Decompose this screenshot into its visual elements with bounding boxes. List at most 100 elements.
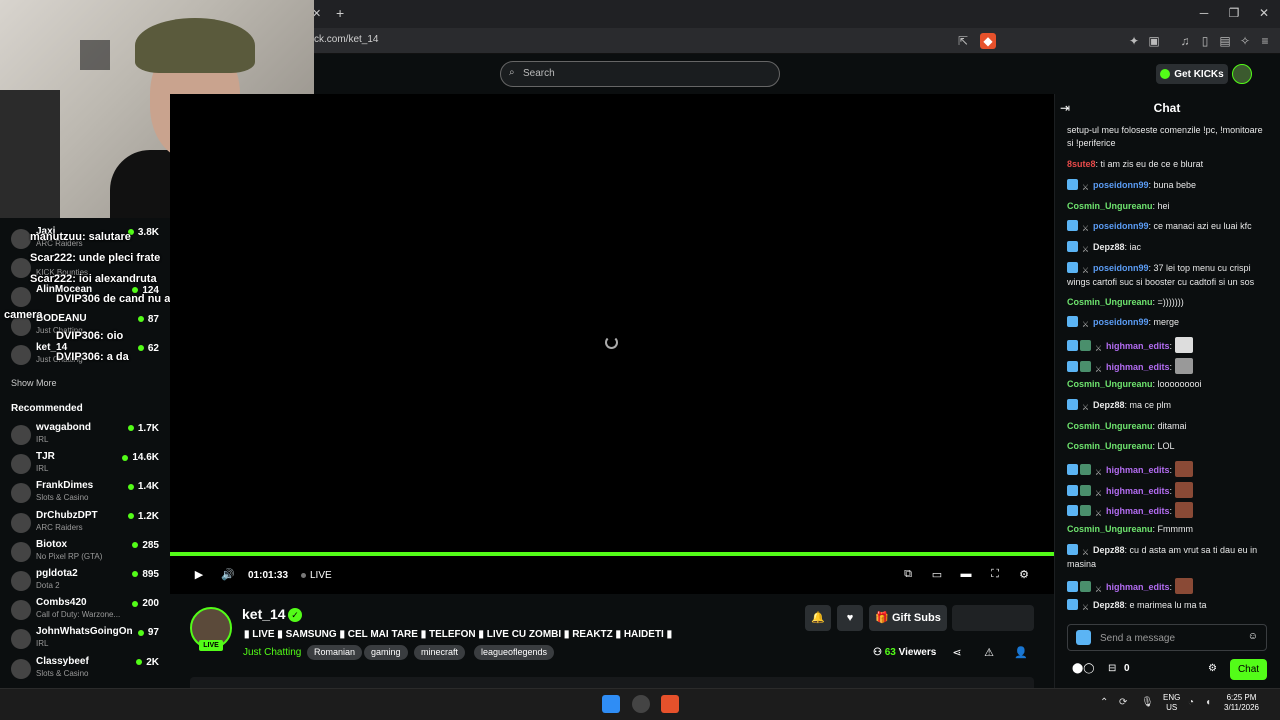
menu-icon[interactable]: ≡ <box>1257 33 1273 49</box>
chat-username[interactable]: Depz88 <box>1093 242 1125 252</box>
fullscreen-icon[interactable]: ⛶ <box>987 568 1003 581</box>
chat-settings-icon[interactable]: ⚙ <box>1208 663 1217 674</box>
leo-icon[interactable]: ✧ <box>1237 33 1253 49</box>
speaker-icon[interactable]: ◖ <box>1205 697 1211 708</box>
live-indicator: LIVE <box>301 570 332 581</box>
loading-spinner-icon <box>605 336 618 349</box>
show-more-button[interactable]: Show More <box>11 378 57 388</box>
channel-name[interactable]: ket_14 <box>242 606 286 622</box>
report-icon[interactable]: ⚠ <box>982 646 996 659</box>
chat-username[interactable]: poseidonn99 <box>1093 221 1149 231</box>
brave-browser-icon[interactable] <box>661 695 679 713</box>
new-tab-button[interactable]: + <box>336 5 344 21</box>
sidebar-channel-item[interactable]: Biotox No Pixel RP (GTA) 285 <box>0 539 170 568</box>
theater-icon[interactable]: ▬ <box>958 568 974 580</box>
minimize-button[interactable]: ─ <box>1194 6 1214 20</box>
viewer-count: 200 <box>132 598 159 609</box>
video-player[interactable] <box>170 94 1054 554</box>
chat-username[interactable]: Cosmin_Ungureanu <box>1067 379 1153 389</box>
chat-username[interactable]: poseidonn99 <box>1093 180 1149 190</box>
chat-send-button[interactable]: Chat <box>1230 659 1267 680</box>
app-icon[interactable] <box>632 695 650 713</box>
tray-chevron-icon[interactable]: ⌃ <box>1100 697 1108 708</box>
brave-shield-icon[interactable]: ◆ <box>980 33 996 49</box>
viewer-count: 14.6K <box>122 452 159 463</box>
stream-tag[interactable]: Romanian <box>307 645 363 660</box>
chat-username[interactable]: Cosmin_Ungureanu <box>1067 524 1153 534</box>
clip-icon[interactable]: ▭ <box>929 568 945 581</box>
chat-username[interactable]: Cosmin_Ungureanu <box>1067 297 1153 307</box>
category-link[interactable]: Just Chatting <box>243 647 301 658</box>
share-icon[interactable]: ⇱ <box>955 33 971 49</box>
chat-text: : ce manaci azi eu luai kfc <box>1148 221 1252 231</box>
sword-badge-icon: ⚔ <box>1094 489 1103 498</box>
chat-username[interactable]: highman_edits <box>1106 582 1170 592</box>
gift-subs-button[interactable]: 🎁 Gift Subs <box>869 605 947 631</box>
kicks-toggle-icon[interactable]: ⬤◯ <box>1072 663 1094 674</box>
sidebar-channel-item[interactable]: TJR IRL 14.6K <box>0 451 170 480</box>
chat-username[interactable]: Depz88 <box>1093 545 1125 555</box>
stream-tag[interactable]: leagueoflegends <box>474 645 555 660</box>
chat-username[interactable]: highman_edits <box>1106 362 1170 372</box>
chat-username[interactable]: highman_edits <box>1106 341 1170 351</box>
settings-gear-icon[interactable]: ⚙ <box>1016 568 1032 581</box>
user-avatar[interactable] <box>1232 64 1252 84</box>
sidebar-channel-item[interactable]: Combs420 Call of Duty: Warzone... 200 <box>0 597 170 626</box>
channel-avatar <box>11 541 31 562</box>
tray-app-icon[interactable]: ⟳ <box>1119 697 1127 708</box>
chat-username[interactable]: 8sute8 <box>1067 159 1096 169</box>
chat-message: ⚔ highman_edits: <box>1067 502 1271 519</box>
sub-badge-icon <box>1080 361 1091 372</box>
chat-username[interactable]: highman_edits <box>1106 506 1170 516</box>
clock[interactable]: 6:25 PM 3/11/2026 <box>1224 693 1259 713</box>
gift-icon[interactable]: ⊟ <box>1108 663 1116 674</box>
chat-username[interactable]: Cosmin_Ungureanu <box>1067 441 1153 451</box>
sidebar-icon[interactable]: ▯ <box>1197 33 1213 49</box>
sidebar-channel-item[interactable]: Classybeef Slots & Casino 2K <box>0 656 170 685</box>
sidebar-channel-item[interactable]: DrChubzDPT ARC Raiders 1.2K <box>0 510 170 539</box>
follow-heart-icon[interactable]: ♥ <box>837 605 863 631</box>
windows-start-icon[interactable] <box>602 695 620 713</box>
microphone-icon[interactable]: 🎙 <box>1141 697 1154 708</box>
play-icon[interactable]: ▶ <box>191 568 207 581</box>
language-indicator[interactable]: ENG US <box>1163 693 1180 713</box>
notification-bell-icon[interactable]: 🔔 <box>805 605 831 631</box>
sidebar-channel-item[interactable]: wvagabond IRL 1.7K <box>0 422 170 451</box>
stream-tag[interactable]: minecraft <box>414 645 466 660</box>
extensions-icon[interactable]: ✦ <box>1126 33 1142 49</box>
chat-message: 8sute8: ti am zis eu de ce e blurat <box>1067 158 1271 171</box>
wallet-2-icon[interactable]: ▤ <box>1217 33 1233 49</box>
chat-message: ⚔ highman_edits: <box>1067 482 1271 499</box>
sword-badge-icon: ⚔ <box>1094 585 1103 594</box>
pip-icon[interactable]: ⧉ <box>900 568 916 581</box>
channel-name: pgldota2 <box>36 568 78 579</box>
media-icon[interactable]: ♫ <box>1177 33 1193 49</box>
chat-username[interactable]: Cosmin_Ungureanu <box>1067 421 1153 431</box>
chat-username[interactable]: highman_edits <box>1106 465 1170 475</box>
chat-username[interactable]: Depz88 <box>1093 400 1125 410</box>
chat-input[interactable]: Send a message ☺ <box>1067 624 1267 651</box>
restore-button[interactable]: ❐ <box>1224 6 1244 20</box>
sidebar-channel-item[interactable]: pgldota2 Dota 2 895 <box>0 568 170 597</box>
wifi-icon[interactable]: ◔ <box>1188 697 1194 708</box>
emoji-icon[interactable]: ☺ <box>1248 631 1258 642</box>
chat-message: ⚔ poseidonn99: 37 lei top menu cu crispi … <box>1067 262 1271 289</box>
chat-username[interactable]: poseidonn99 <box>1093 317 1149 327</box>
subscribe-button[interactable] <box>952 605 1034 631</box>
wallet-icon[interactable]: ▣ <box>1146 33 1162 49</box>
profile-icon[interactable]: 👤 <box>1014 646 1028 659</box>
chat-username[interactable]: highman_edits <box>1106 486 1170 496</box>
url-field[interactable]: ck.com/ket_14 <box>314 34 378 45</box>
search-placeholder: Search <box>523 68 555 79</box>
stream-tag[interactable]: gaming <box>364 645 408 660</box>
chat-username[interactable]: poseidonn99 <box>1093 263 1149 273</box>
get-kicks-button[interactable]: Get KICKs <box>1156 64 1228 84</box>
sidebar-channel-item[interactable]: FrankDimes Slots & Casino 1.4K <box>0 480 170 509</box>
search-input[interactable]: ⌕ Search <box>500 61 780 87</box>
share-icon[interactable]: ⋖ <box>950 646 964 659</box>
chat-username[interactable]: Depz88 <box>1093 600 1125 610</box>
chat-username[interactable]: Cosmin_Ungureanu <box>1067 201 1153 211</box>
sidebar-channel-item[interactable]: JohnWhatsGoingOn IRL 97 <box>0 626 170 655</box>
volume-icon[interactable]: 🔊 <box>220 568 236 581</box>
close-window-button[interactable]: ✕ <box>1254 6 1274 20</box>
